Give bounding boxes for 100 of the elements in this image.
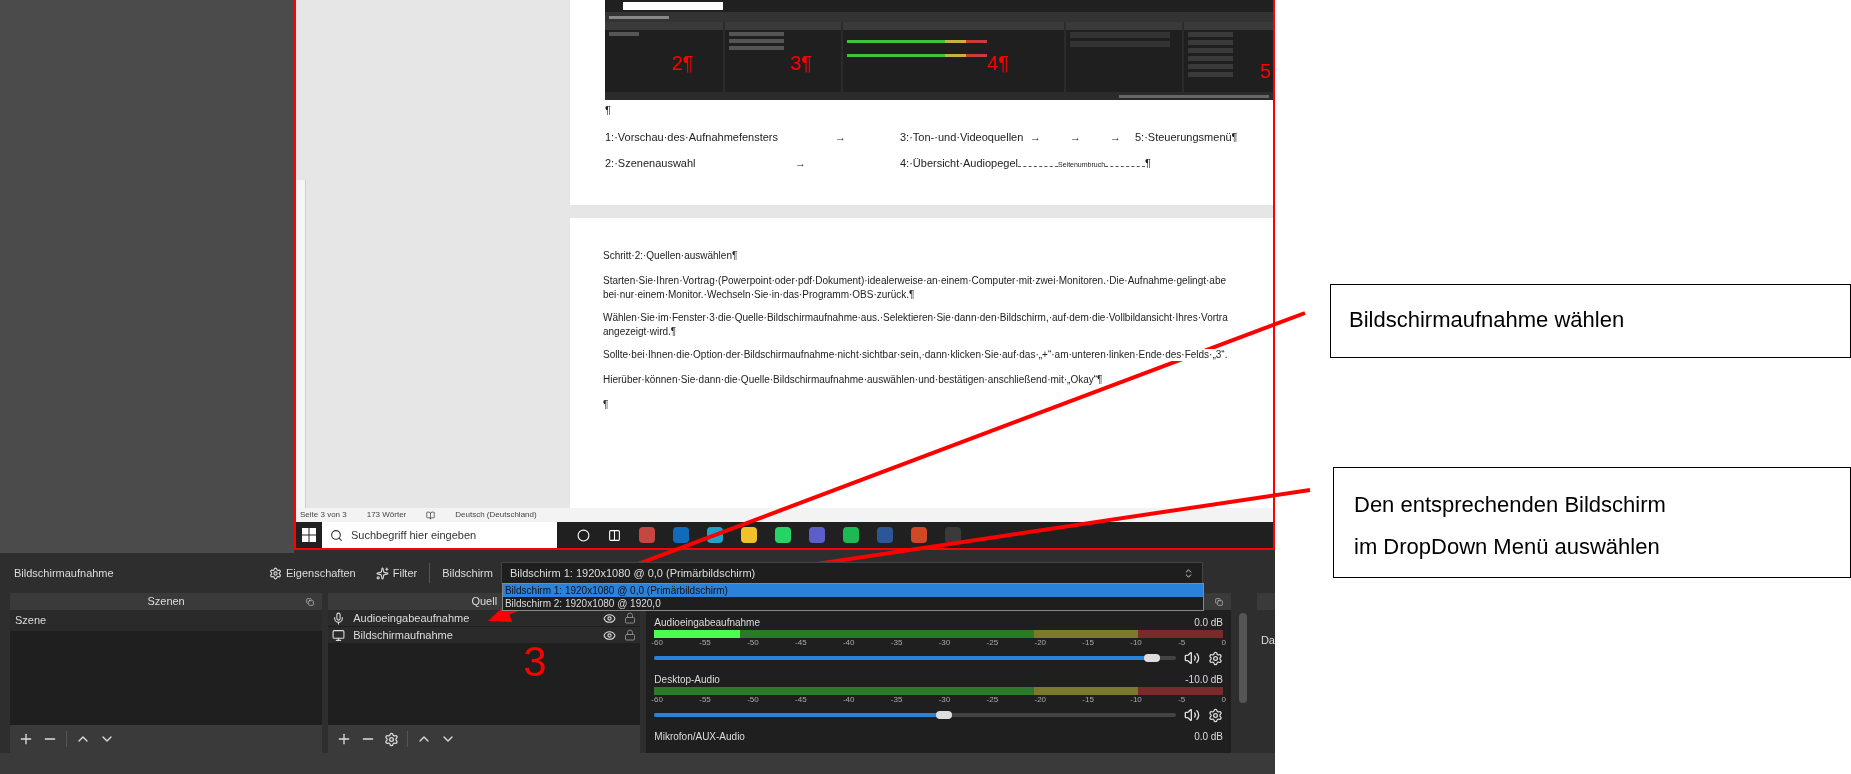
- taskbar-app-icon[interactable]: [775, 527, 791, 543]
- properties-button[interactable]: Eigenschaften: [265, 564, 360, 582]
- volume-reading: 0.0 dB: [1194, 730, 1224, 744]
- scale-label: -15: [1082, 638, 1094, 648]
- scale-label: -50: [747, 695, 759, 705]
- channel-name: Mikrofon/AUX-Audio: [654, 730, 745, 744]
- windows-logo-icon[interactable]: [302, 528, 316, 542]
- callout-text: Bildschirmaufnahme wählen: [1349, 306, 1626, 334]
- proofing-icon[interactable]: [426, 510, 436, 520]
- taskbar-app-icon[interactable]: [945, 527, 961, 543]
- speaker-icon[interactable]: [1184, 650, 1201, 666]
- microphone-icon: [332, 611, 346, 625]
- language-label: Deutsch (Deutschland): [455, 509, 537, 521]
- settings-icon[interactable]: [1208, 650, 1224, 666]
- paragraph-mark: ¶: [605, 103, 612, 118]
- word-count: 173 Wörter: [366, 509, 407, 521]
- document-text: →: [835, 129, 847, 145]
- monitor-icon: [332, 628, 346, 642]
- filter-button[interactable]: Filter: [367, 564, 426, 582]
- task-view-icon[interactable]: [608, 528, 621, 542]
- cortana-icon[interactable]: [577, 528, 590, 542]
- scale-label: -35: [890, 695, 903, 705]
- undock-icon[interactable]: [1215, 597, 1224, 606]
- document-text: ¶: [603, 399, 609, 411]
- settings-icon[interactable]: [1208, 707, 1224, 723]
- document-text: ¶: [1145, 156, 1152, 171]
- scale-label: -25: [986, 638, 999, 648]
- visibility-icon[interactable]: [603, 611, 617, 625]
- scale-label: -25: [986, 695, 999, 705]
- document-text: →: [1110, 129, 1122, 145]
- scale-label: -55: [699, 695, 711, 705]
- scale-label: -45: [795, 638, 807, 648]
- document-text: 1:·Vorschau·des·Aufnahmefensters: [605, 129, 780, 145]
- lock-icon[interactable]: [624, 612, 637, 624]
- document-text: Schritt·2:·Quellen·auswählen¶: [603, 250, 738, 262]
- volume-reading: 0.0 dB: [1194, 616, 1224, 630]
- document-text: →: [795, 156, 807, 171]
- search-field[interactable]: Suchbegriff hier eingeben: [322, 522, 557, 548]
- speaker-icon[interactable]: [1184, 707, 1201, 723]
- scale-label: -55: [699, 638, 711, 648]
- search-icon: [330, 528, 343, 542]
- scale-label: -20: [1034, 695, 1047, 705]
- scale-label: -15: [1082, 695, 1094, 705]
- source-name: Bildschirmaufnahme: [13, 565, 115, 581]
- taskbar-app-icon[interactable]: [843, 527, 859, 543]
- scale-label: -10: [1130, 638, 1142, 648]
- volume-slider[interactable]: [654, 651, 1177, 665]
- lock-icon[interactable]: [624, 629, 637, 641]
- scale-label: -20: [1034, 638, 1047, 648]
- mini-source-row: [729, 46, 785, 50]
- taskbar-app-icon[interactable]: [741, 527, 757, 543]
- visibility-icon[interactable]: [603, 628, 617, 642]
- mini-source-row: [729, 39, 785, 43]
- dropdown-option[interactable]: Bildschirm 1: 1920x1080 @ 0,0 (Primärbildschirm): [502, 584, 1203, 597]
- taskbar-app-icon[interactable]: [911, 527, 927, 543]
- scale-label: -60: [651, 695, 663, 705]
- field-label: Bildschirm: [441, 565, 494, 581]
- mini-source-row: [729, 32, 785, 36]
- scale-label: -30: [938, 695, 951, 705]
- document-text: →: [1030, 129, 1042, 145]
- undock-icon[interactable]: [306, 597, 315, 606]
- scale-label: 0: [1221, 695, 1227, 705]
- scene-item[interactable]: Szene: [10, 610, 323, 631]
- callout-text: Den entsprechenden Bildschirm im DropDown Menü auswählen: [1354, 491, 1667, 561]
- settings-icon[interactable]: [384, 731, 400, 747]
- channel-name: Audioeingabeaufnahme: [654, 616, 760, 630]
- scale-label: -35: [890, 638, 903, 648]
- source-item[interactable]: Audioeingabeaufnahme: [328, 610, 641, 626]
- mini-scene-row: [609, 32, 639, 36]
- volume-reading: -10.0 dB: [1185, 673, 1224, 687]
- mini-source-bar: [609, 15, 669, 19]
- volume-slider[interactable]: [654, 708, 1177, 722]
- document-text: Sollte·bei·Ihnen·die·Option·der·Bildschirmaufnahme·nicht·sichtbar·sein,·dann·klicken·Sie·auf·das·„+“·am·unteren·linken·Ende·des·Felds·„3“.: [603, 349, 1228, 361]
- slider-handle[interactable]: [935, 711, 952, 719]
- document-text: bei·nur·einem·Monitor.·Wechseln·Sie·in·das·Programm·OBS·zurück.¶: [603, 289, 915, 301]
- scrollbar[interactable]: [1239, 613, 1248, 703]
- document-text: 3:·Ton-·und·Videoquellen: [900, 129, 1025, 145]
- page-count: Seite 3 von 3: [300, 509, 347, 521]
- document-text: Hierüber·können·Sie·dann·die·Quelle·Bildschirmaufnahme·auswählen·und·bestätigen·anschließend·mit·„Okay“¶: [603, 374, 1103, 386]
- scale-label: -45: [795, 695, 807, 705]
- source-item[interactable]: Bildschirmaufnahme: [328, 627, 641, 643]
- taskbar-app-icon[interactable]: [639, 527, 655, 543]
- scale-label: -40: [842, 638, 855, 648]
- scale-label: -40: [842, 695, 855, 705]
- scale-label: 0: [1221, 638, 1227, 648]
- settings-icon: [269, 566, 282, 580]
- document-text: 2:·Szenenauswahl: [605, 156, 697, 171]
- scale-label: -50: [747, 638, 759, 648]
- scale-label: -5: [1178, 638, 1186, 648]
- document-text: angezeigt·wird.¶: [603, 326, 677, 338]
- document-text: Starten·Sie·Ihren·Vortrag·(Powerpoint·oder·pdf·Dokument)·idealerweise·an·einem·Computer·mit·zwei·Monitoren.·Die·Aufnahme·gelingt·abe: [603, 275, 1227, 287]
- add-icon[interactable]: [18, 731, 34, 747]
- scale-label: -10: [1130, 695, 1142, 705]
- dock-text: Da: [1259, 633, 1275, 648]
- number-label: 3: [523, 640, 547, 684]
- slider-handle[interactable]: [1144, 654, 1161, 662]
- filter-icon: [375, 566, 389, 580]
- document-text: 5:·Steuerungsmenü¶: [1135, 129, 1238, 145]
- document-text: →: [1070, 129, 1082, 145]
- dock-header: Szenen: [10, 593, 323, 610]
